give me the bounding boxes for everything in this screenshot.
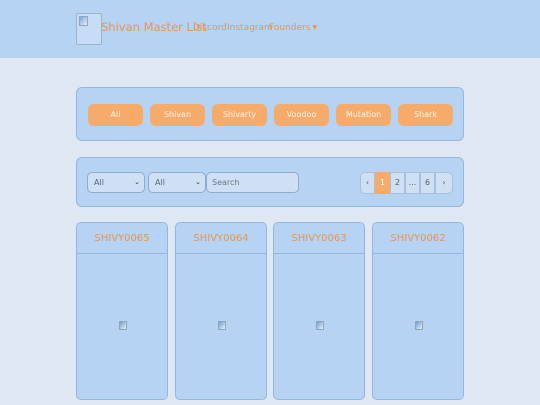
- search-input[interactable]: Search: [206, 172, 299, 193]
- pagination-page-6[interactable]: 6: [420, 172, 435, 194]
- broken-image-icon: [119, 321, 127, 330]
- pagination-ellipsis: ...: [405, 172, 420, 194]
- filter-button-all[interactable]: All: [88, 104, 143, 126]
- nav-founders-label: Founders: [269, 23, 311, 33]
- pagination-page-2[interactable]: 2: [390, 172, 405, 194]
- chevron-down-icon: ⌄: [195, 178, 201, 186]
- broken-image-icon: [218, 321, 226, 330]
- nft-card[interactable]: SHIVY0065: [76, 222, 168, 400]
- filter-button-mutation[interactable]: Mutation: [336, 104, 391, 126]
- broken-image-icon: [316, 321, 324, 330]
- card-title: SHIVY0064: [176, 223, 266, 254]
- nav-link-instagram[interactable]: Instagram: [227, 23, 273, 33]
- nav-dropdown-founders[interactable]: Founders ▼: [269, 23, 317, 33]
- type-select-value: All: [155, 178, 165, 187]
- filter-button-voodoo[interactable]: Voodoo: [274, 104, 329, 126]
- filter-button-shivan[interactable]: Shivan: [150, 104, 205, 126]
- pagination-prev-button[interactable]: ‹: [360, 172, 375, 194]
- pagination-page-1[interactable]: 1: [375, 172, 390, 194]
- nft-card[interactable]: SHIVY0064: [175, 222, 267, 400]
- filter-button-shark[interactable]: Shark: [398, 104, 453, 126]
- nft-card[interactable]: SHIVY0063: [273, 222, 365, 400]
- brand-logo-icon[interactable]: [76, 13, 102, 45]
- broken-image-icon: [415, 321, 423, 330]
- chevron-down-icon: ⌄: [134, 178, 140, 186]
- pagination-next-button[interactable]: ›: [435, 172, 453, 194]
- caret-down-icon: ▼: [312, 24, 318, 31]
- card-title: SHIVY0065: [77, 223, 167, 254]
- card-title: SHIVY0062: [373, 223, 463, 254]
- navbar: Shivan Master List Discord Instagram Fou…: [0, 0, 540, 58]
- filter-panel: All Shivan Shivarty Voodoo Mutation Shar…: [76, 87, 464, 141]
- category-select-value: All: [94, 178, 104, 187]
- card-title: SHIVY0063: [274, 223, 364, 254]
- category-select[interactable]: All ⌄: [87, 172, 145, 193]
- filter-button-shivarty[interactable]: Shivarty: [212, 104, 267, 126]
- nft-card[interactable]: SHIVY0062: [372, 222, 464, 400]
- brand-title[interactable]: Shivan Master List: [101, 20, 207, 34]
- type-select[interactable]: All ⌄: [148, 172, 206, 193]
- search-panel: All ⌄ All ⌄ Search ‹ 1 2 ... 6 ›: [76, 157, 464, 207]
- nav-link-discord[interactable]: Discord: [193, 23, 227, 33]
